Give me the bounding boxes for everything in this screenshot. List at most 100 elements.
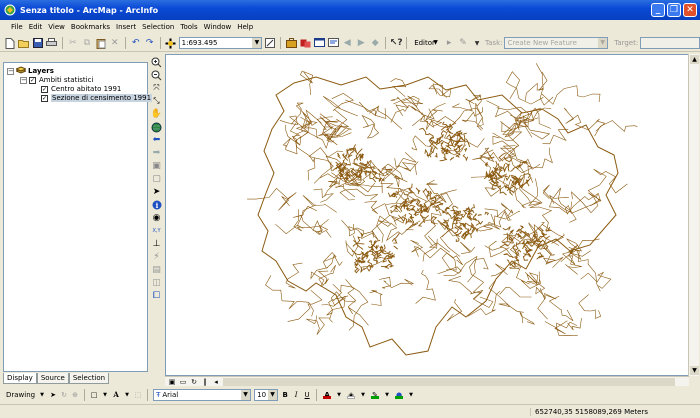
scroll-down-icon[interactable]: ▼	[690, 366, 699, 375]
editor-toolbar-icon[interactable]	[264, 37, 276, 49]
menu-tools[interactable]: Tools	[177, 23, 200, 31]
whats-this-help-icon[interactable]: ↖?	[390, 37, 403, 49]
font-color-button[interactable]: A	[322, 391, 332, 399]
bold-button[interactable]: B	[281, 391, 289, 399]
scroll-left-icon[interactable]: ◂	[212, 378, 220, 386]
go-to-xy-icon[interactable]: X,Y	[151, 225, 163, 237]
measure-icon[interactable]: ⊥	[151, 238, 163, 250]
hyperlink-icon[interactable]: ⚡	[151, 251, 163, 263]
tree-node-layers[interactable]: − Layers	[7, 66, 54, 76]
scroll-up-icon[interactable]: ▲	[690, 55, 699, 64]
next-extent-icon[interactable]: ➡	[151, 147, 163, 159]
full-extent-globe-icon[interactable]	[151, 121, 163, 133]
chevron-down-icon[interactable]: ▼	[335, 391, 343, 399]
save-icon[interactable]	[32, 37, 44, 49]
menu-edit[interactable]: Edit	[26, 23, 46, 31]
time-slider-icon[interactable]: ◫	[151, 277, 163, 289]
sketch-tool-icon[interactable]: ✎	[457, 37, 469, 49]
menu-insert[interactable]: Insert	[113, 23, 139, 31]
marker-color-icon[interactable]: ●	[394, 391, 404, 399]
map-vertical-scrollbar[interactable]: ▲ ▼	[688, 54, 699, 376]
map-display[interactable]	[165, 54, 689, 376]
delete-icon[interactable]: ✕	[109, 37, 121, 49]
menu-selection[interactable]: Selection	[139, 23, 177, 31]
pan-hand-icon[interactable]: ✋	[151, 108, 163, 120]
layout-view-icon[interactable]: ▭	[179, 378, 187, 386]
rotate-icon[interactable]: ↻	[60, 391, 68, 399]
tree-node-group[interactable]: − ✓ Ambiti statistici	[20, 76, 93, 84]
restore-button[interactable]: ❐	[667, 3, 681, 17]
html-popup-icon[interactable]: ▤	[151, 264, 163, 276]
arccatalog-icon[interactable]	[299, 37, 311, 49]
select-elements-icon[interactable]: ➤	[49, 391, 57, 399]
editor-menu[interactable]: Editor ▼	[411, 37, 441, 49]
clear-selection-icon[interactable]: ▢	[151, 173, 163, 185]
close-button[interactable]: ✕	[683, 3, 697, 17]
map-scale-combo[interactable]: 1:693.495 ▼	[178, 37, 263, 49]
italic-button[interactable]: I	[292, 391, 300, 399]
back-extent-icon[interactable]: ◀	[341, 37, 353, 49]
map-canvas[interactable]	[166, 55, 688, 375]
underline-button[interactable]: U	[303, 391, 311, 399]
zoom-in-icon[interactable]	[151, 56, 163, 68]
paste-icon[interactable]	[95, 37, 107, 49]
arctoolbox-icon[interactable]	[285, 37, 297, 49]
menu-file[interactable]: File	[8, 23, 26, 31]
tab-display[interactable]: Display	[3, 373, 37, 384]
previous-extent-icon[interactable]: ⬅	[151, 134, 163, 146]
layout-view-icon[interactable]: ◆	[369, 37, 381, 49]
model-builder-icon[interactable]	[313, 37, 325, 49]
data-view-icon[interactable]: ▣	[168, 378, 176, 386]
edit-tool-icon[interactable]: ▸	[443, 37, 455, 49]
chevron-down-icon[interactable]: ▼	[123, 391, 131, 399]
map-horizontal-scrollbar[interactable]	[223, 377, 675, 386]
menu-window[interactable]: Window	[201, 23, 235, 31]
line-color-pen-icon[interactable]: ✎	[370, 391, 380, 399]
chevron-down-icon[interactable]: ▼	[252, 38, 262, 48]
refresh-icon[interactable]: ↻	[190, 378, 198, 386]
layer-visibility-checkbox[interactable]: ✓	[41, 85, 48, 93]
undo-icon[interactable]: ↶	[130, 37, 142, 49]
find-binoculars-icon[interactable]: ◉	[151, 212, 163, 224]
tab-selection[interactable]: Selection	[68, 373, 110, 384]
new-text-icon[interactable]: A	[112, 391, 120, 399]
collapse-icon[interactable]: −	[7, 67, 14, 75]
menu-view[interactable]: View	[45, 23, 68, 31]
select-features-icon[interactable]: ▣	[151, 160, 163, 172]
new-document-icon[interactable]	[4, 37, 16, 49]
menu-help[interactable]: Help	[234, 23, 256, 31]
minimize-button[interactable]: _	[651, 3, 665, 17]
chevron-down-icon[interactable]: ▼	[38, 391, 46, 399]
select-elements-pointer-icon[interactable]: ➤	[151, 186, 163, 198]
print-icon[interactable]	[46, 37, 58, 49]
zoom-out-icon[interactable]	[151, 69, 163, 81]
forward-extent-icon[interactable]: ▶	[355, 37, 367, 49]
drawing-menu[interactable]: Drawing	[6, 391, 35, 399]
copy-icon[interactable]: ⧉	[81, 37, 93, 49]
fixed-zoom-out-icon[interactable]: ⤡	[151, 95, 163, 107]
cut-icon[interactable]: ✂	[67, 37, 79, 49]
add-data-icon[interactable]	[165, 37, 177, 49]
tree-node-layer-centro[interactable]: ✓ Centro abitato 1991	[41, 85, 121, 93]
chevron-down-icon[interactable]: ▼	[471, 37, 483, 49]
task-combo[interactable]: Create New Feature ▼	[504, 37, 609, 49]
redo-icon[interactable]: ↷	[144, 37, 156, 49]
layer-visibility-checkbox[interactable]: ✓	[41, 94, 48, 102]
fill-color-bucket-icon[interactable]: ◈	[346, 391, 356, 399]
font-name-combo[interactable]: Ŧ Arial ▼	[153, 389, 252, 401]
chevron-down-icon[interactable]: ▼	[383, 391, 391, 399]
create-viewer-window-icon[interactable]: ⧠	[151, 290, 163, 302]
group-visibility-checkbox[interactable]: ✓	[29, 76, 36, 84]
font-size-combo[interactable]: 10 ▼	[254, 389, 279, 401]
python-window-icon[interactable]	[327, 37, 339, 49]
chevron-down-icon[interactable]: ▼	[407, 391, 415, 399]
collapse-icon[interactable]: −	[20, 76, 27, 84]
target-combo[interactable]	[640, 37, 700, 49]
edit-vertices-icon[interactable]: ⬚	[134, 391, 142, 399]
pause-drawing-icon[interactable]: ‖	[201, 378, 209, 386]
chevron-down-icon[interactable]: ▼	[359, 391, 367, 399]
fixed-zoom-in-icon[interactable]: ⤧	[151, 82, 163, 94]
zoom-whole-page-icon[interactable]: ⊕	[71, 391, 79, 399]
rectangle-tool-icon[interactable]: □	[90, 391, 98, 399]
tab-source[interactable]: Source	[36, 373, 69, 384]
